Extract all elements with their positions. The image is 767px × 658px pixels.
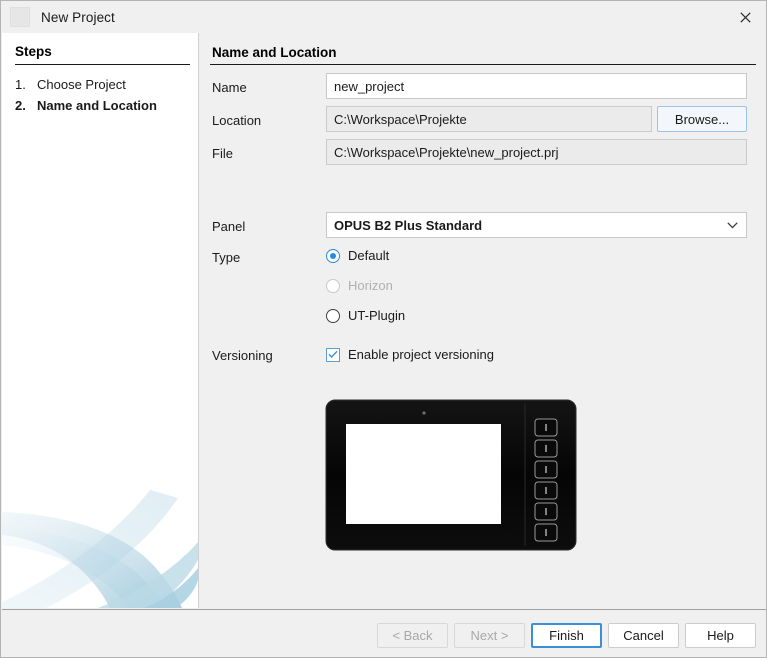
type-radio-default-label: Default bbox=[348, 248, 390, 263]
step-label: Choose Project bbox=[37, 77, 126, 92]
app-icon bbox=[10, 7, 30, 27]
close-icon bbox=[739, 11, 751, 23]
step-item-choose-project: 1. Choose Project bbox=[15, 75, 195, 94]
type-radio-default[interactable]: Default bbox=[326, 248, 389, 263]
panel-device-preview bbox=[325, 399, 577, 551]
radio-icon-ut-plugin bbox=[326, 308, 340, 323]
type-radio-horizon: Horizon bbox=[326, 278, 393, 293]
section-heading: Name and Location bbox=[212, 45, 337, 60]
step-item-name-and-location: 2. Name and Location bbox=[15, 96, 195, 115]
panel-select[interactable]: OPUS B2 Plus Standard bbox=[326, 212, 747, 238]
radio-icon-horizon bbox=[326, 278, 340, 293]
step-label: Name and Location bbox=[37, 98, 157, 113]
decorative-swoosh-graphic bbox=[2, 468, 198, 608]
type-radio-ut-plugin-label: UT-Plugin bbox=[348, 308, 406, 323]
type-radio-horizon-label: Horizon bbox=[348, 278, 393, 293]
file-label: File bbox=[212, 146, 233, 161]
type-radio-ut-plugin[interactable]: UT-Plugin bbox=[326, 308, 405, 323]
chevron-down-icon bbox=[727, 221, 738, 229]
next-button[interactable]: Next > bbox=[454, 623, 525, 648]
back-button[interactable]: < Back bbox=[377, 623, 448, 648]
step-number: 2. bbox=[15, 98, 26, 113]
name-label: Name bbox=[212, 80, 247, 95]
help-button[interactable]: Help bbox=[685, 623, 756, 648]
steps-heading-divider bbox=[15, 64, 190, 65]
browse-button[interactable]: Browse... bbox=[657, 106, 747, 132]
versioning-label: Versioning bbox=[212, 348, 273, 363]
new-project-dialog: New Project Steps 1. Choose Project 2. N… bbox=[0, 0, 767, 658]
steps-list: 1. Choose Project 2. Name and Location bbox=[15, 73, 195, 115]
close-button[interactable] bbox=[722, 1, 766, 33]
window-title: New Project bbox=[41, 9, 115, 25]
enable-versioning-label: Enable project versioning bbox=[348, 347, 494, 362]
steps-heading: Steps bbox=[15, 44, 52, 59]
enable-versioning-checkbox-row[interactable]: Enable project versioning bbox=[326, 347, 494, 362]
panel-select-value: OPUS B2 Plus Standard bbox=[334, 217, 483, 233]
title-bar: New Project bbox=[1, 1, 766, 33]
dialog-footer: < Back Next > Finish Cancel Help bbox=[2, 609, 766, 657]
checkbox-icon-enable-versioning bbox=[326, 347, 340, 362]
content-pane: Name and Location Name new_project Locat… bbox=[199, 33, 766, 608]
finish-button[interactable]: Finish bbox=[531, 623, 602, 648]
check-mark-icon bbox=[328, 350, 338, 359]
location-label: Location bbox=[212, 113, 262, 128]
panel-label: Panel bbox=[212, 219, 246, 234]
radio-icon-default bbox=[326, 248, 340, 263]
cancel-button[interactable]: Cancel bbox=[608, 623, 679, 648]
steps-pane: Steps 1. Choose Project 2. Name and Loca… bbox=[2, 33, 199, 608]
location-input[interactable]: C:\Workspace\Projekte bbox=[326, 106, 652, 132]
name-input[interactable]: new_project bbox=[326, 73, 747, 99]
file-input: C:\Workspace\Projekte\new_project.prj bbox=[326, 139, 747, 165]
type-label: Type bbox=[212, 250, 241, 265]
step-number: 1. bbox=[15, 77, 26, 92]
section-heading-divider bbox=[210, 64, 756, 65]
